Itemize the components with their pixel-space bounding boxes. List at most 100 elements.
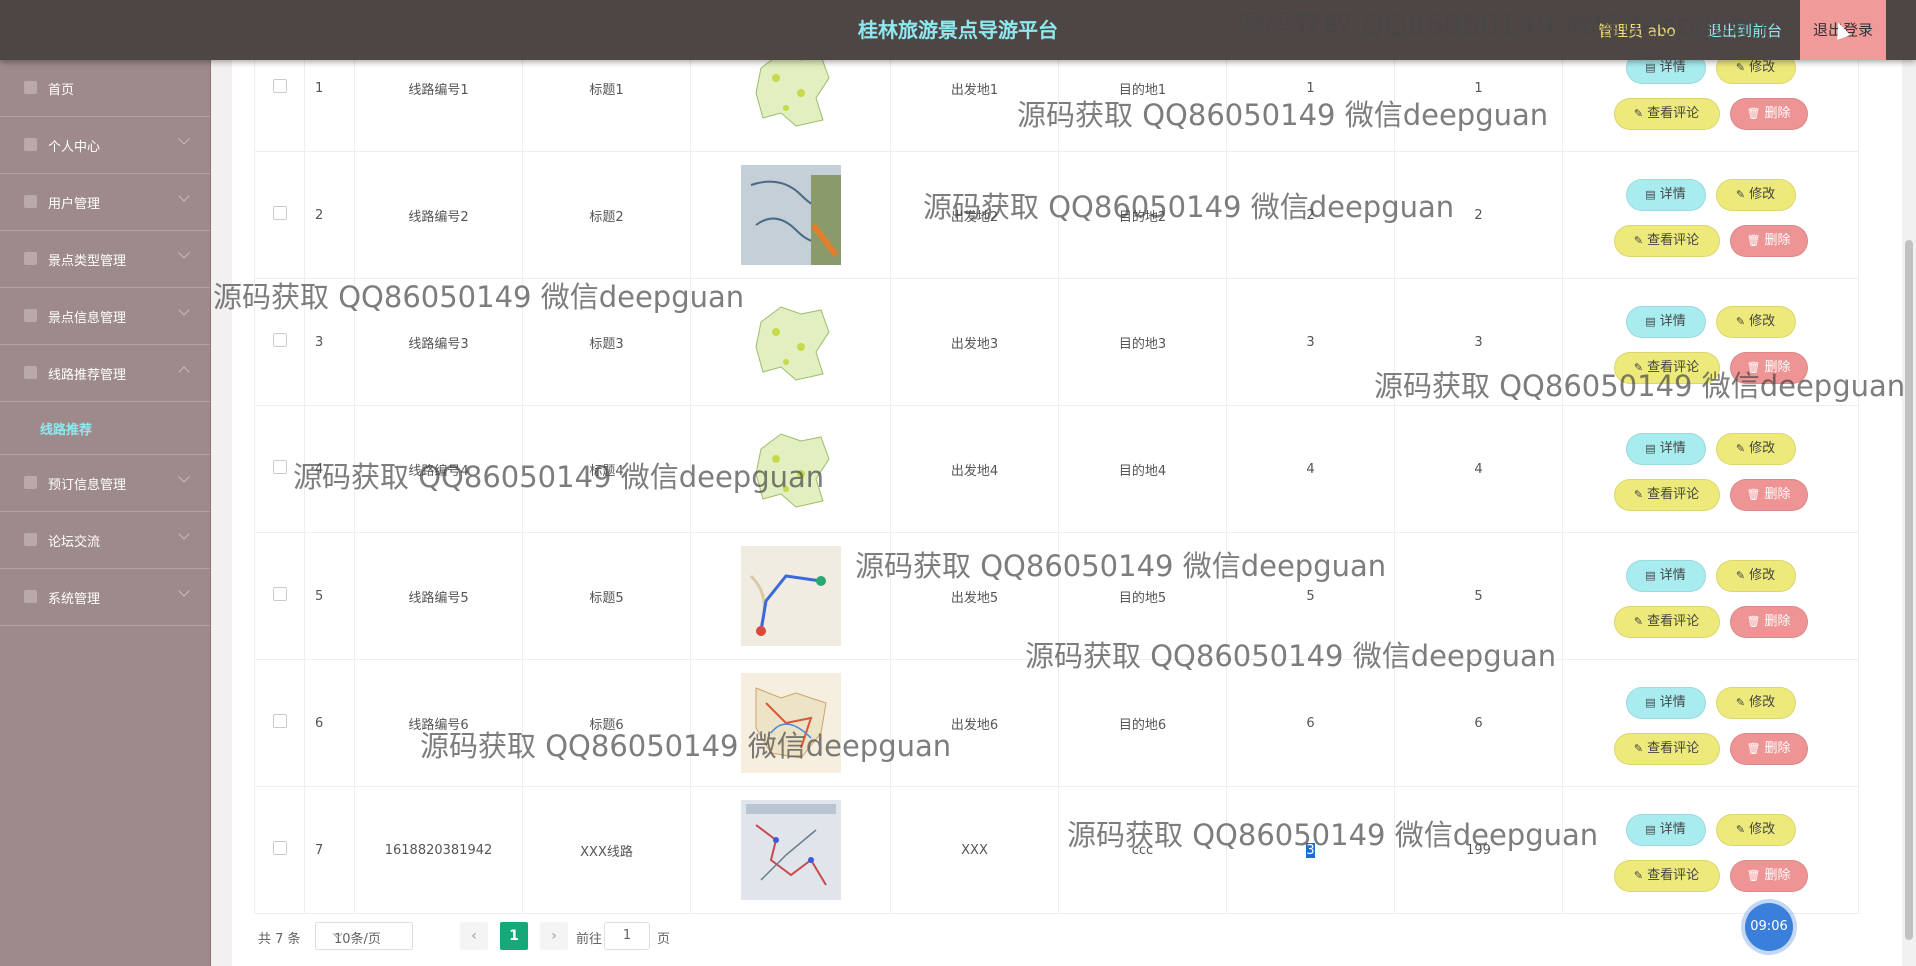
pencil-icon: ✎: [1735, 696, 1746, 709]
watermark-text: 源码获取 QQ86050149 微信deepguan: [1025, 639, 1557, 673]
total-count: 共 7 条: [258, 932, 301, 947]
pencil-icon: ✎: [1735, 823, 1746, 836]
view-comments-button[interactable]: ✎ 查看评论: [1613, 733, 1720, 765]
route-to: 目的地4: [1058, 405, 1227, 533]
edit-button[interactable]: ✎ 修改: [1715, 814, 1796, 846]
delete-button[interactable]: 🗑 删除: [1729, 733, 1808, 765]
vertical-scrollbar[interactable]: [1902, 60, 1916, 966]
delete-button[interactable]: 🗑 删除: [1729, 479, 1808, 511]
route-count-2: 6: [1394, 659, 1563, 787]
edit-button[interactable]: ✎ 修改: [1715, 179, 1796, 211]
send-icon: [24, 309, 37, 322]
route-from: 出发地3: [890, 278, 1059, 406]
sidebar: 首页 个人中心 用户管理 景点类型管理 景点信息管理 线路推荐管理 线路推荐 预…: [0, 60, 211, 966]
sidebar-item-label: 首页: [48, 83, 75, 98]
sidebar-item-forum[interactable]: 论坛交流: [0, 512, 210, 569]
view-comments-button[interactable]: ✎ 查看评论: [1613, 606, 1720, 638]
row-checkbox[interactable]: [272, 841, 287, 855]
sidebar-item-booking-management[interactable]: 预订信息管理: [0, 455, 210, 512]
delete-button[interactable]: 🗑 删除: [1729, 860, 1808, 892]
sidebar-subitem-route-recommend[interactable]: 线路推荐: [0, 402, 210, 455]
sidebar-subitem-label: 线路推荐: [40, 423, 93, 438]
bar-chart-icon: [24, 252, 37, 265]
row-actions: ▤ 详情 ✎ 修改 ✎ 查看评论 🗑 删除: [1562, 786, 1859, 914]
goto-label: 前往: [576, 932, 603, 947]
pencil-icon: ✎: [1633, 869, 1644, 882]
route-to: 目的地3: [1058, 278, 1227, 406]
watermark-text: 源码获取 QQ86050149 微信deepguan: [213, 280, 745, 314]
edit-button[interactable]: ✎ 修改: [1715, 433, 1796, 465]
map-thumbnail-icon: [740, 292, 841, 392]
watermark-text: 源码获取 QQ86050149 微信deepguan: [1067, 818, 1599, 852]
delete-button[interactable]: 🗑 删除: [1729, 225, 1808, 257]
view-comments-button[interactable]: ✎ 查看评论: [1613, 98, 1720, 130]
detail-button[interactable]: ▤ 详情: [1625, 687, 1706, 719]
trash-icon: 🗑: [1746, 234, 1761, 247]
users-icon: [24, 195, 37, 208]
delete-button[interactable]: 🗑 删除: [1729, 606, 1808, 638]
sidebar-item-route-recommend-management[interactable]: 线路推荐管理: [0, 345, 210, 402]
prev-page-button[interactable]: ‹: [460, 922, 488, 950]
user-icon: [24, 138, 37, 151]
table-row: 7 1618820381942 XXX线路 XXX ccc 3 199 ▤ 详情 ✎…: [254, 786, 1859, 914]
edit-button[interactable]: ✎ 修改: [1715, 560, 1796, 592]
sidebar-item-home[interactable]: 首页: [0, 60, 210, 117]
row-actions: ▤ 详情 ✎ 修改 ✎ 查看评论 🗑 删除: [1562, 532, 1859, 660]
row-index: 7: [304, 786, 355, 914]
row-checkbox[interactable]: [272, 333, 287, 347]
view-comments-button[interactable]: ✎ 查看评论: [1613, 860, 1720, 892]
route-image: [690, 151, 891, 279]
watermark-text: 源码获取 QQ86050149 微信deepguan: [855, 549, 1387, 583]
view-comments-button[interactable]: ✎ 查看评论: [1613, 225, 1720, 257]
chat-icon: [24, 533, 37, 546]
page-unit-label: 页: [657, 932, 671, 947]
edit-button[interactable]: ✎ 修改: [1715, 306, 1796, 338]
page-size-select[interactable]: 10条/页: [315, 922, 413, 950]
sidebar-item-personal-center[interactable]: 个人中心: [0, 117, 210, 174]
watermark-text: 源码获取 QQ86050149 微信deepguan: [1017, 98, 1549, 132]
detail-button[interactable]: ▤ 详情: [1625, 306, 1706, 338]
row-index: 5: [304, 532, 355, 660]
row-checkbox[interactable]: [272, 714, 287, 728]
sidebar-item-spot-info-management[interactable]: 景点信息管理: [0, 288, 210, 345]
detail-button[interactable]: ▤ 详情: [1625, 179, 1706, 211]
trash-icon: 🗑: [1746, 488, 1761, 501]
row-actions: ▤ 详情 ✎ 修改 ✎ 查看评论 🗑 删除: [1562, 659, 1859, 787]
trash-icon: 🗑: [1746, 869, 1761, 882]
page-number-current[interactable]: 1: [500, 922, 528, 950]
row-checkbox[interactable]: [272, 460, 287, 474]
sidebar-item-system-management[interactable]: 系统管理: [0, 569, 210, 626]
route-code: 线路编号5: [354, 532, 523, 660]
watermark-text: 源码获取 QQ86050149 微信deepguan: [923, 190, 1455, 224]
row-actions: ▤ 详情 ✎ 修改 ✎ 查看评论 🗑 删除: [1562, 151, 1859, 279]
edit-button[interactable]: ✎ 修改: [1715, 687, 1796, 719]
route-code: 1618820381942: [354, 786, 523, 914]
document-icon: ▤: [1645, 823, 1656, 836]
view-comments-button[interactable]: ✎ 查看评论: [1613, 479, 1720, 511]
watermark-text: 源码获取 QQ86050149 微信deepguan: [420, 729, 952, 763]
sidebar-item-label: 景点类型管理: [48, 254, 127, 269]
map-thumbnail-icon: [740, 800, 841, 900]
delete-button[interactable]: 🗑 删除: [1729, 98, 1808, 130]
row-checkbox[interactable]: [272, 206, 287, 220]
map-thumbnail-icon: [740, 546, 841, 646]
sidebar-item-label: 系统管理: [48, 592, 101, 607]
detail-button[interactable]: ▤ 详情: [1625, 433, 1706, 465]
sidebar-item-label: 个人中心: [48, 140, 101, 155]
scrollbar-thumb[interactable]: [1905, 240, 1913, 940]
pencil-icon: ✎: [1633, 234, 1644, 247]
detail-button[interactable]: ▤ 详情: [1625, 560, 1706, 592]
sidebar-item-spot-type-management[interactable]: 景点类型管理: [0, 231, 210, 288]
document-icon: ▤: [1645, 696, 1656, 709]
detail-button[interactable]: ▤ 详情: [1625, 814, 1706, 846]
row-checkbox[interactable]: [272, 79, 287, 93]
route-code: 线路编号2: [354, 151, 523, 279]
sidebar-item-user-management[interactable]: 用户管理: [0, 174, 210, 231]
next-page-button[interactable]: ›: [540, 922, 568, 950]
goto-page-input[interactable]: 1: [604, 922, 650, 950]
route-image: [690, 786, 891, 914]
trash-icon: 🗑: [1746, 615, 1761, 628]
gear-icon: [24, 590, 37, 603]
row-checkbox[interactable]: [272, 587, 287, 601]
ticket-icon: [24, 476, 37, 489]
